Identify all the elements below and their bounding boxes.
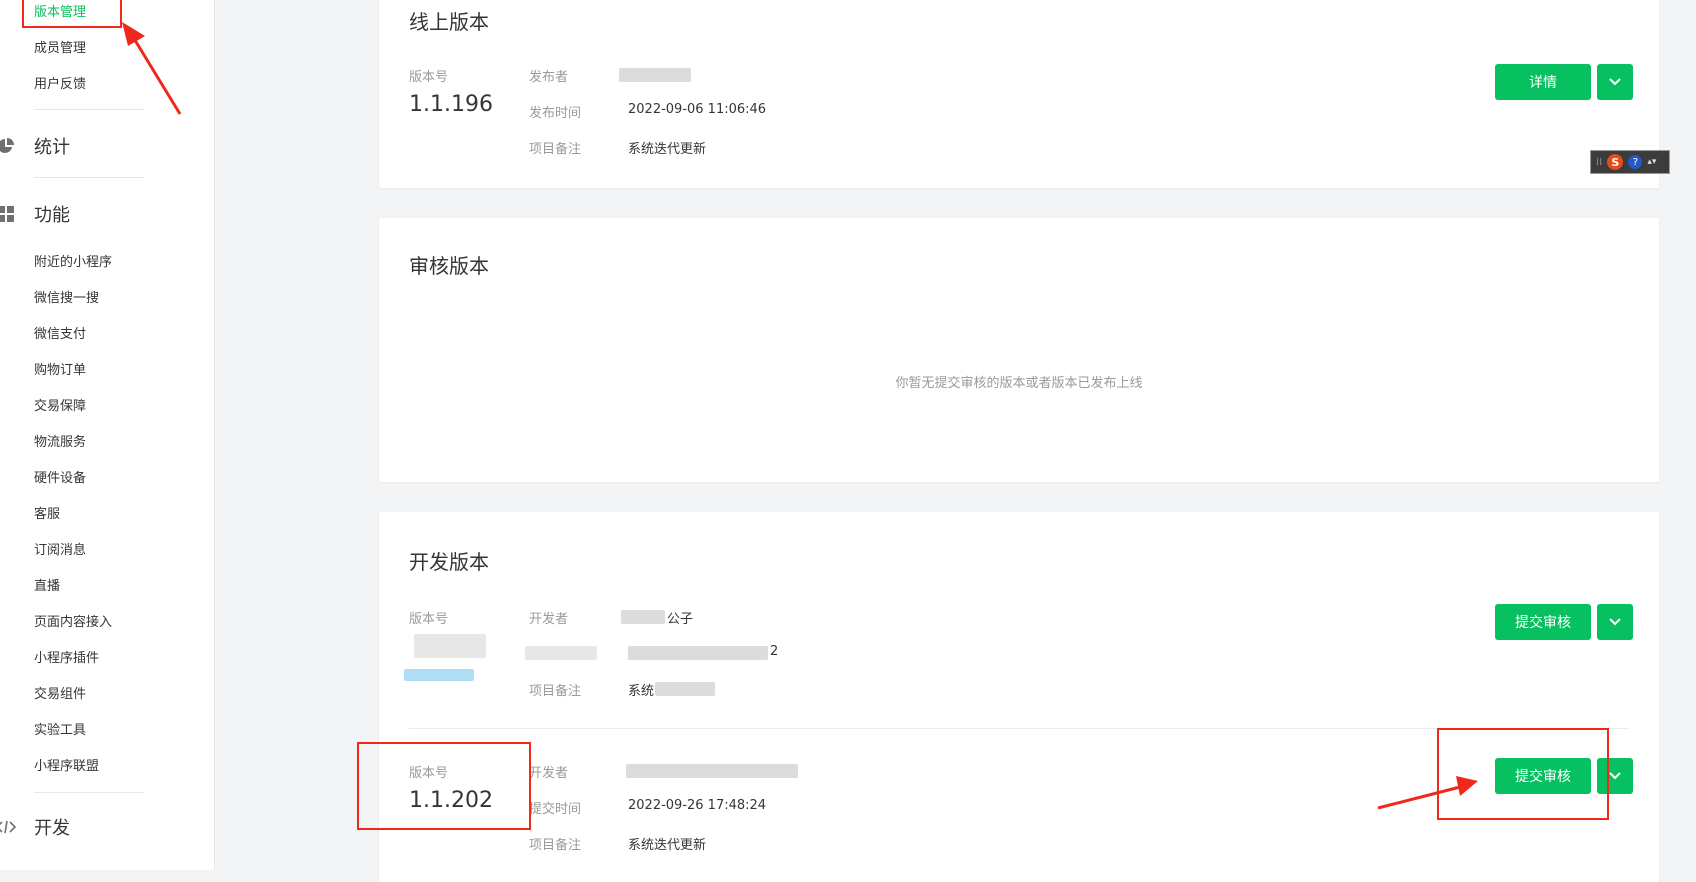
annotation-arrows (122, 22, 1478, 810)
annotation-arrow (1377, 776, 1478, 810)
annotation-arrow (122, 22, 182, 115)
